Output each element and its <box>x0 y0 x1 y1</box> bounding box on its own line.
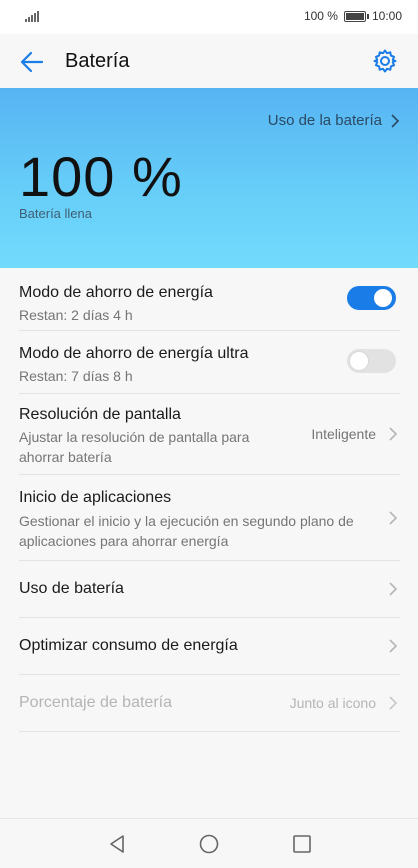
item-subtitle: Restan: 7 días 8 h <box>19 368 133 384</box>
battery-usage-link-label: Uso de la batería <box>267 112 382 129</box>
battery-level: 100 % <box>19 145 183 208</box>
settings-button[interactable] <box>372 48 398 74</box>
item-subtitle: Restan: 2 días 4 h <box>19 307 133 323</box>
app-bar: Batería <box>0 34 418 88</box>
item-title: Inicio de aplicaciones <box>19 489 172 506</box>
item-value: Inteligente <box>311 426 376 442</box>
page-title: Batería <box>65 50 130 72</box>
list-item-battery-percentage[interactable]: Porcentaje de batería Junto al icono <box>0 675 418 731</box>
signal-icon <box>25 10 41 22</box>
list-item-battery-usage[interactable]: Uso de batería <box>0 561 418 617</box>
list-item-optimize-consumption[interactable]: Optimizar consumo de energía <box>0 618 418 674</box>
nav-back-button[interactable] <box>106 833 128 855</box>
power-saving-toggle[interactable] <box>347 286 396 310</box>
arrow-left-icon <box>20 51 44 73</box>
divider <box>19 731 400 732</box>
item-subtitle-line1: Gestionar el inicio y la ejecución en se… <box>19 513 354 529</box>
chevron-right-icon <box>389 582 398 596</box>
item-subtitle-line1: Ajustar la resolución de pantalla para <box>19 429 250 445</box>
chevron-right-icon <box>389 696 398 710</box>
ultra-power-saving-toggle[interactable] <box>347 349 396 373</box>
item-subtitle-line2: aplicaciones para ahorrar energía <box>19 533 229 549</box>
triangle-back-icon <box>110 835 124 853</box>
status-right: 100 % 10:00 <box>304 9 402 23</box>
back-button[interactable] <box>18 48 46 76</box>
item-title: Modo de ahorro de energía ultra <box>19 345 249 362</box>
status-bar: 100 % 10:00 <box>0 0 418 34</box>
chevron-right-icon <box>391 113 400 128</box>
gear-icon <box>373 49 397 73</box>
item-title: Porcentaje de batería <box>19 694 172 711</box>
item-title: Optimizar consumo de energía <box>19 637 238 654</box>
camera-notch <box>150 0 256 30</box>
chevron-right-icon <box>389 511 398 525</box>
battery-status: Batería llena <box>19 206 92 221</box>
square-recents-icon <box>293 835 311 853</box>
list-item-app-launch[interactable]: Inicio de aplicaciones Gestionar el inic… <box>0 475 418 560</box>
chevron-right-icon <box>389 427 398 441</box>
chevron-right-icon <box>389 639 398 653</box>
list-item-ultra-power-saving[interactable]: Modo de ahorro de energía ultra Restan: … <box>0 331 418 393</box>
clock: 10:00 <box>371 9 402 23</box>
navigation-bar <box>0 818 418 868</box>
battery-usage-link[interactable]: Uso de la batería <box>268 112 400 129</box>
battery-percent-text: 100 % <box>303 9 338 23</box>
nav-recents-button[interactable] <box>291 833 313 855</box>
circle-home-icon <box>199 834 219 854</box>
list-item-power-saving[interactable]: Modo de ahorro de energía Restan: 2 días… <box>0 268 418 330</box>
list-item-screen-resolution[interactable]: Resolución de pantalla Ajustar la resolu… <box>0 394 418 474</box>
battery-hero: Uso de la batería 100 % Batería llena <box>0 88 418 268</box>
item-title: Uso de batería <box>19 580 124 597</box>
battery-icon <box>343 10 369 22</box>
nav-home-button[interactable] <box>198 833 220 855</box>
item-subtitle-line2: ahorrar batería <box>19 449 112 465</box>
item-value: Junto al icono <box>289 695 376 711</box>
item-title: Resolución de pantalla <box>19 406 181 423</box>
item-title: Modo de ahorro de energía <box>19 284 213 301</box>
